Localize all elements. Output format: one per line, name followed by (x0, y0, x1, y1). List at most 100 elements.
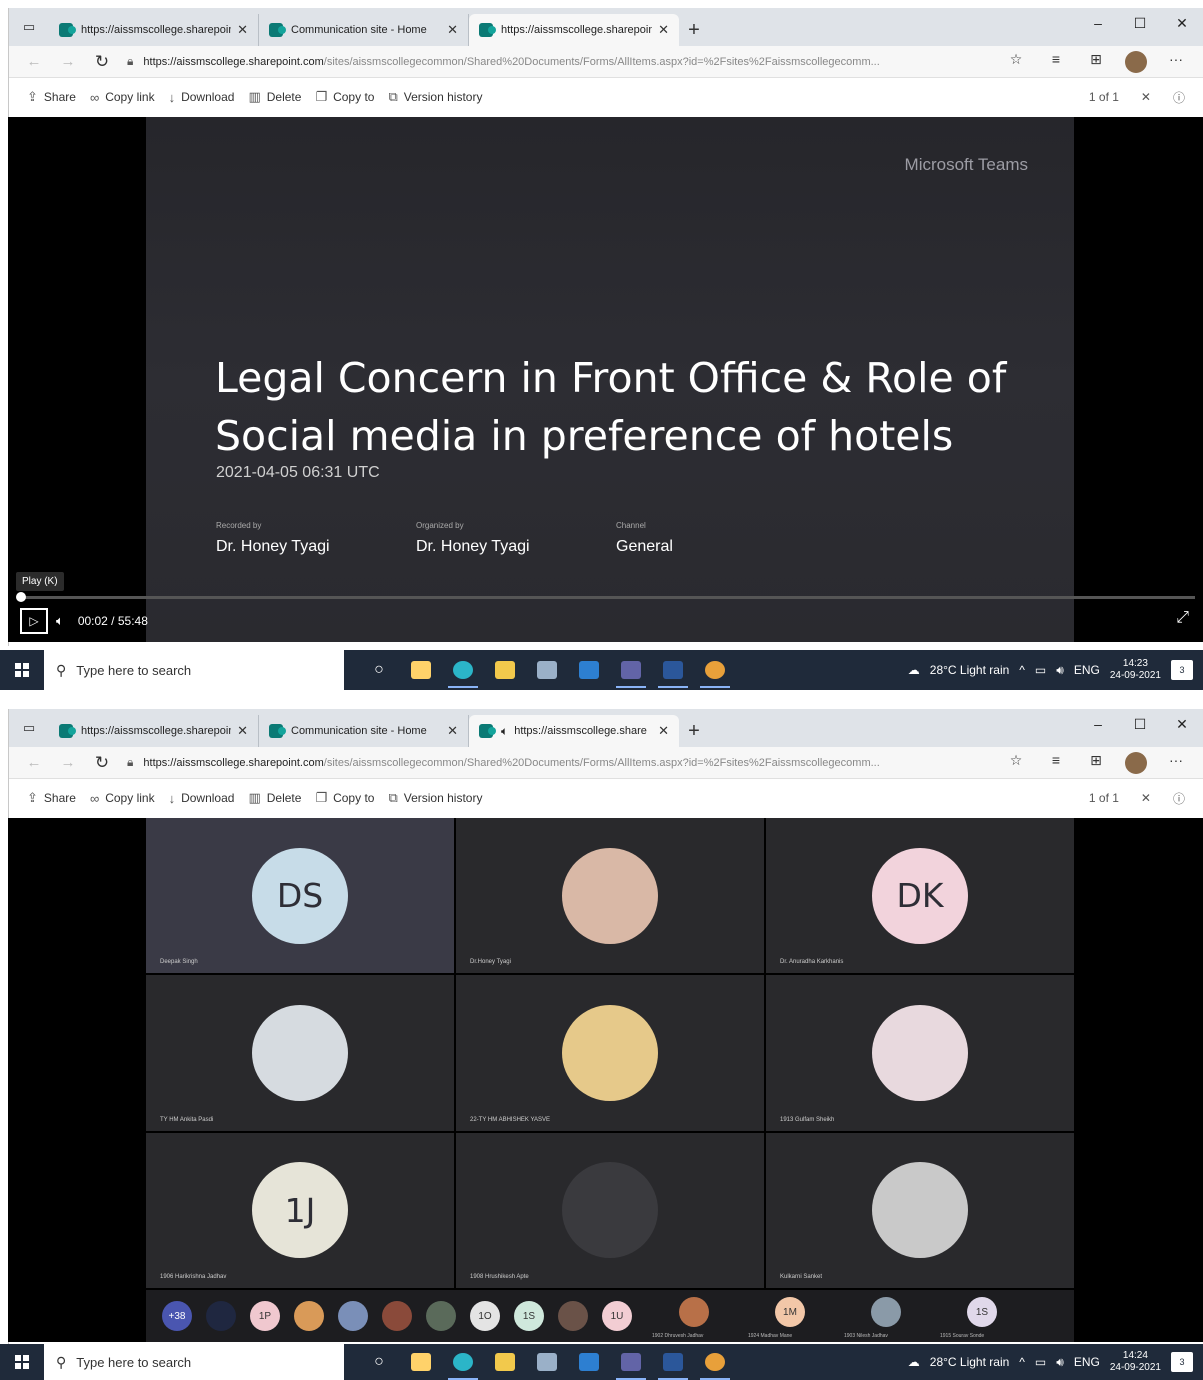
profile-avatar[interactable] (1125, 751, 1147, 774)
download-button[interactable]: ↓ Download (169, 90, 235, 105)
refresh-icon[interactable]: ↻ (85, 52, 119, 72)
back-icon[interactable]: ← (17, 53, 51, 70)
maximize-icon[interactable]: ☐ (1119, 709, 1161, 739)
file-explorer-icon[interactable] (484, 1344, 526, 1380)
start-button[interactable] (0, 663, 44, 677)
weather-text[interactable]: 28°C Light rain (930, 1355, 1010, 1369)
snipping-icon[interactable] (526, 652, 568, 688)
cortana-icon[interactable]: ○ (358, 1344, 400, 1380)
delete-button[interactable]: ▥ Delete (248, 790, 301, 806)
collections-icon[interactable]: ⊞ (1077, 752, 1115, 774)
taskbar-search[interactable]: ⚲ Type here to search (44, 650, 344, 690)
network-icon[interactable]: ▭ (1035, 1355, 1046, 1369)
tab-actions-icon[interactable]: ▭ (9, 8, 49, 46)
minimize-icon[interactable]: – (1077, 709, 1119, 739)
close-tab-icon[interactable]: ✕ (658, 22, 669, 38)
taskbar-search[interactable]: ⚲ Type here to search (44, 1344, 344, 1380)
copy-link-button[interactable]: ∞ Copy link (90, 90, 155, 105)
tab-sharepoint-1[interactable]: https://aissmscollege.sharepoint ✕ (49, 14, 259, 46)
store-icon[interactable] (400, 1344, 442, 1380)
tab-actions-icon[interactable]: ▭ (9, 709, 49, 747)
file-explorer-icon[interactable] (484, 652, 526, 688)
notification-icon[interactable]: 3 (1171, 1352, 1193, 1372)
copy-to-button[interactable]: ❐ Copy to (315, 790, 374, 806)
version-history-button[interactable]: ⧉ Version history (388, 790, 482, 806)
close-tab-icon[interactable]: ✕ (237, 22, 248, 38)
forward-icon[interactable]: → (51, 754, 85, 771)
edge-icon[interactable] (442, 652, 484, 688)
fullscreen-icon[interactable]: ⤢ (1176, 609, 1189, 627)
weather-icon[interactable]: ☁ (908, 1355, 920, 1369)
close-tab-icon[interactable]: ✕ (237, 723, 248, 739)
cortana-icon[interactable]: ○ (358, 652, 400, 688)
chevron-up-icon[interactable]: ^ (1019, 1355, 1025, 1369)
mail-icon[interactable] (568, 1344, 610, 1380)
close-tab-icon[interactable]: ✕ (658, 723, 669, 739)
notification-icon[interactable]: 3 (1171, 660, 1193, 680)
close-viewer-icon[interactable]: ✕ (1141, 791, 1151, 805)
favorites-icon[interactable]: ≡ (1037, 752, 1075, 774)
info-icon[interactable]: ⓘ (1173, 89, 1185, 106)
collections-icon[interactable]: ⊞ (1077, 51, 1115, 73)
chrome-icon[interactable] (694, 652, 736, 688)
close-window-icon[interactable]: ✕ (1161, 8, 1203, 38)
edge-icon[interactable] (442, 1344, 484, 1380)
url-field[interactable]: 🔒︎ https://aissmscollege.sharepoint.com … (119, 751, 997, 775)
seek-handle[interactable] (16, 592, 26, 602)
add-favorite-icon[interactable]: ☆ (997, 752, 1035, 774)
forward-icon[interactable]: → (51, 53, 85, 70)
favorites-icon[interactable]: ≡ (1037, 51, 1075, 73)
tab-sharepoint-active[interactable]: https://aissmscollege.sharepoint ✕ (469, 14, 679, 46)
seek-bar[interactable] (16, 592, 1195, 602)
close-viewer-icon[interactable]: ✕ (1141, 90, 1151, 104)
info-icon[interactable]: ⓘ (1173, 790, 1185, 807)
language-indicator[interactable]: ENG (1074, 1355, 1100, 1369)
tab-sharepoint-1[interactable]: https://aissmscollege.sharepoint ✕ (49, 715, 259, 747)
video-player[interactable]: Microsoft Teams Legal Concern in Front O… (8, 117, 1203, 642)
close-window-icon[interactable]: ✕ (1161, 709, 1203, 739)
chrome-icon[interactable] (694, 1344, 736, 1380)
word-icon[interactable] (652, 652, 694, 688)
snipping-icon[interactable] (526, 1344, 568, 1380)
version-history-button[interactable]: ⧉ Version history (388, 89, 482, 105)
chevron-up-icon[interactable]: ^ (1019, 663, 1025, 677)
weather-text[interactable]: 28°C Light rain (930, 663, 1010, 677)
clock[interactable]: 14:23 24-09-2021 (1110, 658, 1161, 682)
url-field[interactable]: 🔒︎ https://aissmscollege.sharepoint.com … (119, 50, 997, 74)
profile-avatar[interactable] (1125, 50, 1147, 73)
new-tab-button[interactable]: + (679, 14, 709, 46)
close-tab-icon[interactable]: ✕ (447, 723, 458, 739)
word-icon[interactable] (652, 1344, 694, 1380)
delete-button[interactable]: ▥ Delete (248, 89, 301, 105)
language-indicator[interactable]: ENG (1074, 663, 1100, 677)
tab-communication-site[interactable]: Communication site - Home ✕ (259, 14, 469, 46)
start-button[interactable] (0, 1355, 44, 1369)
play-button[interactable]: ▷ (20, 608, 48, 634)
minimize-icon[interactable]: – (1077, 8, 1119, 38)
store-icon[interactable] (400, 652, 442, 688)
more-menu-icon[interactable]: ··· (1157, 51, 1195, 73)
teams-icon[interactable] (610, 1344, 652, 1380)
volume-tray-icon[interactable]: 🔊︎ (1056, 663, 1064, 678)
copy-to-button[interactable]: ❐ Copy to (315, 89, 374, 105)
weather-icon[interactable]: ☁ (908, 663, 920, 677)
add-favorite-icon[interactable]: ☆ (997, 51, 1035, 73)
share-button[interactable]: ⇪ Share (27, 790, 76, 806)
refresh-icon[interactable]: ↻ (85, 753, 119, 773)
tab-communication-site[interactable]: Communication site - Home ✕ (259, 715, 469, 747)
volume-icon[interactable]: 🔈︎ (56, 613, 64, 629)
back-icon[interactable]: ← (17, 754, 51, 771)
tab-sharepoint-active[interactable]: 🔈︎ https://aissmscollege.share ✕ (469, 715, 679, 747)
close-tab-icon[interactable]: ✕ (447, 22, 458, 38)
share-button[interactable]: ⇪ Share (27, 89, 76, 105)
network-icon[interactable]: ▭ (1035, 663, 1046, 677)
teams-icon[interactable] (610, 652, 652, 688)
tab-audio-icon[interactable]: 🔈︎ (501, 724, 508, 739)
copy-link-button[interactable]: ∞ Copy link (90, 791, 155, 806)
maximize-icon[interactable]: ☐ (1119, 8, 1161, 38)
clock[interactable]: 14:24 24-09-2021 (1110, 1350, 1161, 1374)
download-button[interactable]: ↓ Download (169, 791, 235, 806)
new-tab-button[interactable]: + (679, 715, 709, 747)
mail-icon[interactable] (568, 652, 610, 688)
more-menu-icon[interactable]: ··· (1157, 752, 1195, 774)
